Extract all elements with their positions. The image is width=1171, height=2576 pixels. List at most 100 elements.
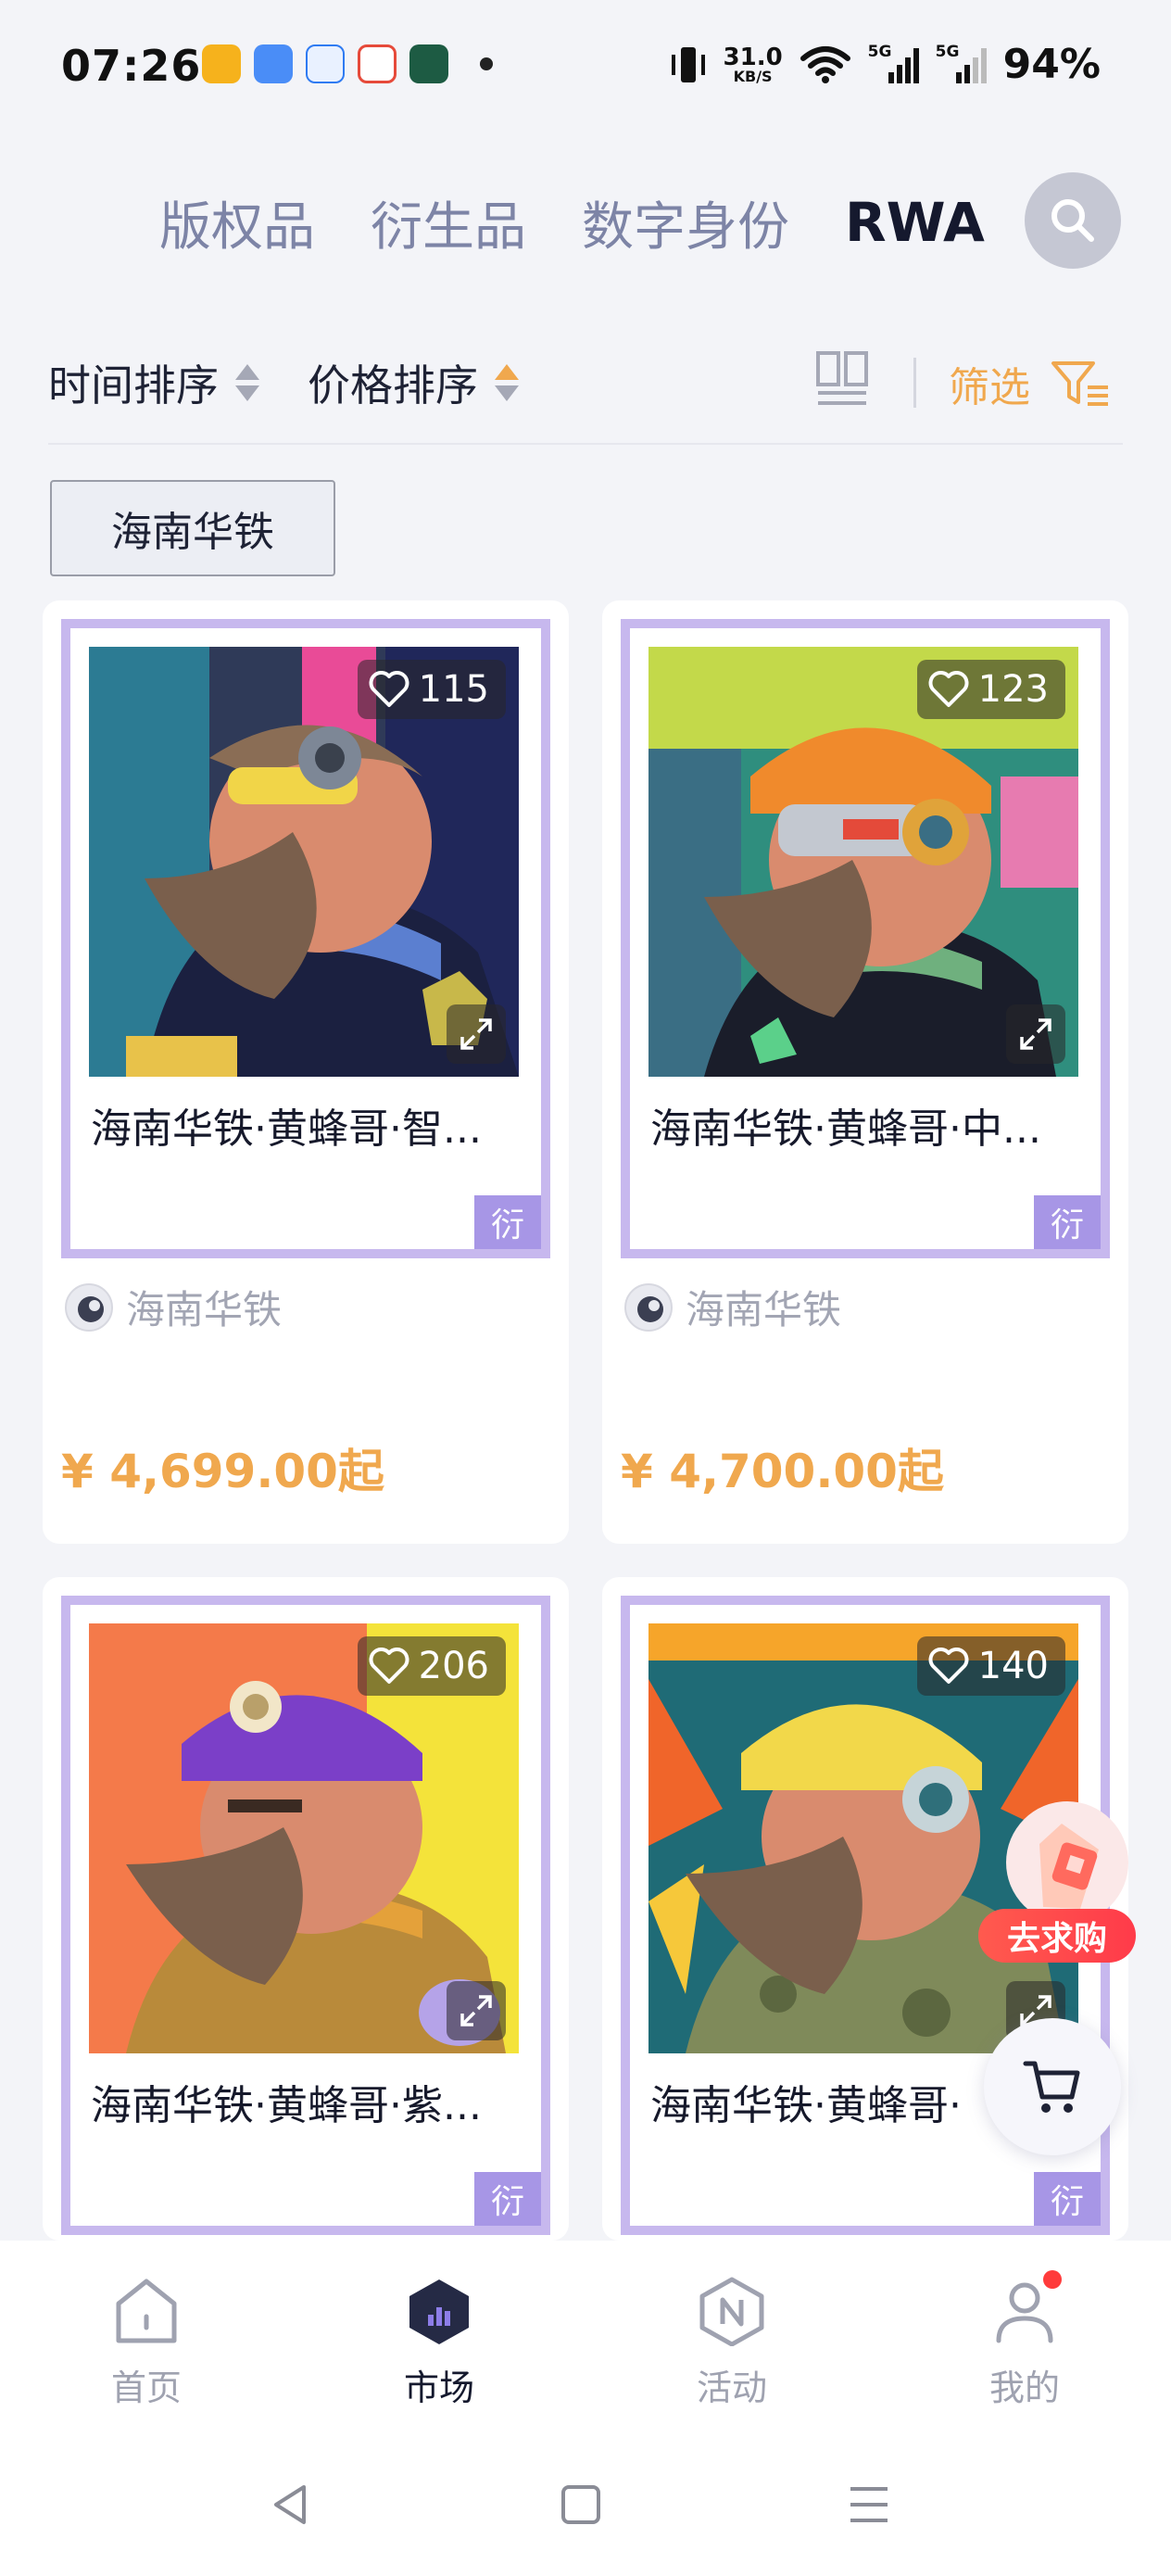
expand-icon	[460, 1995, 492, 2027]
cart-button[interactable]	[984, 2018, 1121, 2155]
vibrate-icon	[671, 46, 705, 82]
like-count: 115	[418, 668, 489, 711]
activity-icon	[699, 2277, 764, 2346]
cell-signal-1-icon: 5G	[868, 43, 919, 83]
expand-icon	[1020, 1018, 1051, 1050]
product-artwork[interactable]: 115	[89, 647, 519, 1077]
nav-market[interactable]: 市场	[365, 2276, 513, 2410]
status-indicators: 31.0 KB/S 5G 5G 94%	[670, 41, 1101, 88]
price-sort-button[interactable]: 价格排序	[308, 352, 519, 413]
game-app-icon	[358, 44, 397, 83]
green-app-icon	[409, 44, 448, 83]
like-button[interactable]: 206	[357, 1636, 506, 1696]
tab-copyright[interactable]: 版权品	[159, 185, 315, 260]
search-icon	[1051, 199, 1094, 242]
status-bar: 07:26 31.0 KB/S 5G 5G 94%	[0, 0, 1171, 139]
filter-button[interactable]: 筛选	[949, 354, 1110, 413]
category-tabs: 版权品 衍生品 数字身份 RWA	[159, 185, 985, 259]
bottom-nav: 首页 市场 活动 我的	[0, 2241, 1171, 2444]
market-icon	[409, 2279, 469, 2344]
expand-button[interactable]	[1006, 1004, 1065, 1064]
creator-name: 海南华铁	[126, 1287, 283, 1332]
back-icon[interactable]	[267, 2481, 313, 2528]
divider	[48, 443, 1123, 445]
battery-level: 94%	[1002, 41, 1101, 88]
card-frame: 206 海南华铁·黄蜂哥·紫... 衍	[61, 1596, 550, 2235]
like-button[interactable]: 123	[916, 660, 1065, 719]
nav-label: 首页	[110, 2368, 182, 2408]
nav-home[interactable]: 首页	[72, 2276, 220, 2410]
more-notifications-dot	[480, 57, 493, 70]
product-name: 海南华铁·黄蜂哥·紫...	[91, 2082, 482, 2129]
expand-icon	[460, 1018, 492, 1050]
avatar	[65, 1282, 113, 1332]
nav-activity[interactable]: 活动	[658, 2276, 806, 2410]
weather-app-icon	[254, 44, 293, 83]
like-count: 123	[977, 668, 1049, 711]
heart-icon	[369, 671, 409, 707]
sort-bar: 时间排序 价格排序 筛选	[48, 339, 1123, 413]
sort-arrows-icon	[235, 364, 259, 401]
tab-digital-identity[interactable]: 数字身份	[582, 185, 789, 260]
creator-info[interactable]: 海南华铁	[624, 1279, 841, 1335]
system-nav-bar	[0, 2444, 1171, 2576]
filter-label: 筛选	[949, 364, 1030, 411]
product-card[interactable]: 206 海南华铁·黄蜂哥·紫... 衍	[43, 1577, 569, 2241]
grid-layout-icon	[816, 351, 868, 405]
like-button[interactable]: 115	[357, 660, 506, 719]
nav-label: 活动	[696, 2368, 767, 2408]
nav-label: 市场	[403, 2368, 474, 2408]
time-sort-label: 时间排序	[48, 360, 219, 410]
product-artwork[interactable]: 123	[648, 647, 1078, 1077]
nav-profile[interactable]: 我的	[951, 2270, 1099, 2410]
network-speed: 31.0 KB/S	[723, 43, 783, 85]
menu-icon[interactable]	[847, 2483, 891, 2526]
cell-signal-2-icon: 5G	[936, 43, 987, 83]
wifi-icon	[800, 45, 850, 83]
avatar	[624, 1282, 673, 1332]
want-to-buy-button[interactable]: 去求购	[978, 1798, 1141, 1968]
brand-filter-chip[interactable]: 海南华铁	[50, 480, 335, 576]
hand-coupon-icon	[1006, 1801, 1128, 1924]
product-name: 海南华铁·黄蜂哥·中...	[650, 1105, 1041, 1153]
product-artwork[interactable]: 206	[89, 1623, 519, 2053]
want-to-buy-label: 去求购	[978, 1909, 1136, 1963]
creator-name: 海南华铁	[686, 1287, 842, 1332]
heart-icon	[369, 1648, 409, 1684]
product-price: ¥ 4,699.00起	[61, 1445, 384, 1498]
layout-toggle-button[interactable]	[815, 350, 869, 411]
product-price: ¥ 4,700.00起	[621, 1445, 944, 1498]
sort-arrows-icon	[495, 364, 519, 401]
creator-info[interactable]: 海南华铁	[65, 1279, 282, 1335]
time-sort-button[interactable]: 时间排序	[48, 352, 259, 413]
derivative-tag: 衍	[474, 1195, 541, 1249]
heart-icon	[928, 1648, 969, 1684]
like-count: 206	[418, 1645, 489, 1687]
notification-badge	[1043, 2270, 1062, 2289]
tab-derivatives[interactable]: 衍生品	[371, 185, 526, 260]
product-card[interactable]: 115 海南华铁·黄蜂哥·智... 衍 海南华铁 ¥ 4,699.00起	[43, 600, 569, 1544]
mail-app-icon	[202, 44, 241, 83]
divider	[913, 358, 916, 408]
expand-button[interactable]	[447, 1981, 506, 2040]
status-time: 07:26	[61, 41, 202, 91]
product-card[interactable]: 123 海南华铁·黄蜂哥·中... 衍 海南华铁 ¥ 4,700.00起	[602, 600, 1128, 1544]
search-button[interactable]	[1025, 172, 1121, 269]
price-sort-label: 价格排序	[308, 360, 478, 410]
filter-icon	[1051, 361, 1108, 406]
card-frame: 123 海南华铁·黄蜂哥·中... 衍	[621, 619, 1110, 1258]
product-name: 海南华铁·黄蜂哥·智...	[91, 1105, 482, 1153]
derivative-tag: 衍	[1034, 1195, 1101, 1249]
like-count: 140	[977, 1645, 1049, 1687]
cloud-app-icon	[306, 44, 345, 83]
cart-icon	[1023, 2061, 1080, 2113]
like-button[interactable]: 140	[916, 1636, 1065, 1696]
derivative-tag: 衍	[474, 2172, 541, 2226]
card-frame: 115 海南华铁·黄蜂哥·智... 衍	[61, 619, 550, 1258]
home-icon	[116, 2279, 177, 2343]
tab-rwa[interactable]: RWA	[845, 191, 985, 254]
expand-button[interactable]	[447, 1004, 506, 1064]
derivative-tag: 衍	[1034, 2172, 1101, 2226]
nav-label: 我的	[988, 2368, 1060, 2408]
home-square-icon[interactable]	[560, 2483, 602, 2526]
